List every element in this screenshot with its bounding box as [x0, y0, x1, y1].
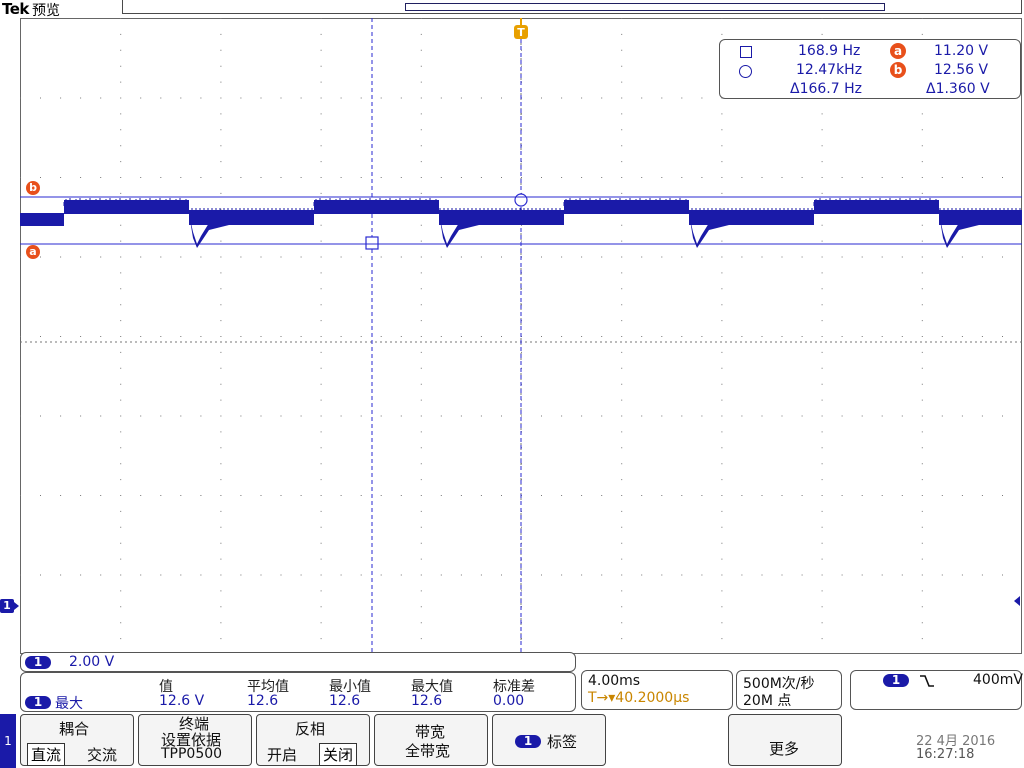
- channel-1-badge: 1: [25, 656, 51, 669]
- delta-frequency: Δ166.7 Hz: [790, 81, 862, 97]
- delta-voltage: Δ1.360 V: [926, 81, 990, 97]
- invert-on-option[interactable]: 开启: [267, 744, 297, 765]
- cursor-b-voltage: 12.56 V: [934, 62, 989, 78]
- channel-1-ground-marker[interactable]: 1: [0, 599, 14, 613]
- acquisition-mode: 预览: [32, 3, 60, 19]
- cursor-a-marker[interactable]: a: [26, 245, 40, 259]
- cursor-square-icon: [740, 46, 752, 58]
- termination-button[interactable]: 终端 设置依据 TPP0500: [138, 714, 252, 766]
- stats-max: 12.6: [411, 693, 443, 709]
- more-button[interactable]: 更多: [728, 714, 842, 766]
- cursor-a-voltage: 11.20 V: [934, 43, 989, 59]
- cursor-b-badge: b: [890, 62, 906, 78]
- cursor1-frequency: 168.9 Hz: [798, 43, 861, 59]
- trigger-level: 400mV: [973, 672, 1023, 688]
- time: 16:27:18: [916, 747, 975, 762]
- cursor-circle-icon: [514, 193, 528, 207]
- stats-value: 12.6 V: [159, 693, 205, 709]
- timebase-box[interactable]: 4.00ms T→▾40.2000μs: [581, 670, 733, 710]
- cursor-b-marker[interactable]: b: [26, 181, 40, 195]
- timebase-scale: 4.00ms: [588, 673, 641, 689]
- stats-measure-type: 最大: [55, 696, 83, 712]
- channel-1-scale-box[interactable]: 1 2.00 V: [20, 652, 576, 672]
- trigger-box[interactable]: 1 400mV: [850, 670, 1023, 710]
- invert-title: 反相: [295, 720, 326, 738]
- probe-model: TPP0500: [161, 746, 223, 762]
- invert-button[interactable]: 反相 开启 关闭: [256, 714, 370, 766]
- trigger-marker-label: T: [517, 26, 525, 39]
- waveform-graticule[interactable]: T: [20, 18, 1022, 654]
- measurement-stats-box[interactable]: 值 平均值 最小值 最大值 标准差 1 最大 12.6 V 12.6 12.6 …: [20, 672, 576, 712]
- bandwidth-value: 全带宽: [405, 742, 451, 760]
- channel-1-scale: 2.00 V: [69, 654, 115, 670]
- bandwidth-button[interactable]: 带宽 全带宽: [374, 714, 488, 766]
- coupling-button[interactable]: 耦合 直流 交流: [20, 714, 134, 766]
- stats-channel-badge: 1: [25, 696, 51, 709]
- cursor-readout-panel: 168.9 Hz a 11.20 V 12.47kHz b 12.56 V Δ1…: [719, 39, 1021, 99]
- date-time-display: 22 4月 2016 16:27:18: [912, 730, 1022, 766]
- ground-arrow-icon: [14, 602, 19, 610]
- coupling-title: 耦合: [59, 720, 90, 738]
- cursor2-frequency: 12.47kHz: [796, 62, 863, 78]
- record-view-window[interactable]: [405, 3, 885, 11]
- cursor-square-icon: [365, 236, 379, 250]
- invert-off-option[interactable]: 关闭: [319, 743, 358, 766]
- cursor-a-badge: a: [890, 43, 906, 59]
- record-length-bar: [122, 0, 1022, 14]
- label-button[interactable]: 1 标签: [492, 714, 606, 766]
- acquisition-box[interactable]: 500M次/秒 20M 点: [736, 670, 842, 710]
- stats-stddev: 0.00: [493, 693, 525, 709]
- trigger-source-badge: 1: [883, 674, 909, 687]
- more-label: 更多: [769, 740, 800, 758]
- coupling-dc-option[interactable]: 直流: [27, 743, 66, 766]
- label-channel-badge: 1: [515, 735, 541, 748]
- channel-menu-tab[interactable]: 1: [0, 714, 16, 768]
- cursor-circle-icon: [739, 65, 752, 78]
- coupling-ac-option[interactable]: 交流: [87, 744, 117, 765]
- status-bar: Tek 预览: [0, 0, 1024, 19]
- falling-edge-icon: [920, 675, 934, 687]
- stats-min: 12.6: [329, 693, 361, 709]
- stats-mean: 12.6: [247, 693, 279, 709]
- label-text: 标签: [547, 733, 578, 751]
- horizontal-position: T→▾40.2000μs: [588, 690, 690, 706]
- record-length: 20M 点: [743, 693, 792, 709]
- bandwidth-title: 带宽: [415, 723, 446, 741]
- brand-logo: Tek: [2, 0, 29, 18]
